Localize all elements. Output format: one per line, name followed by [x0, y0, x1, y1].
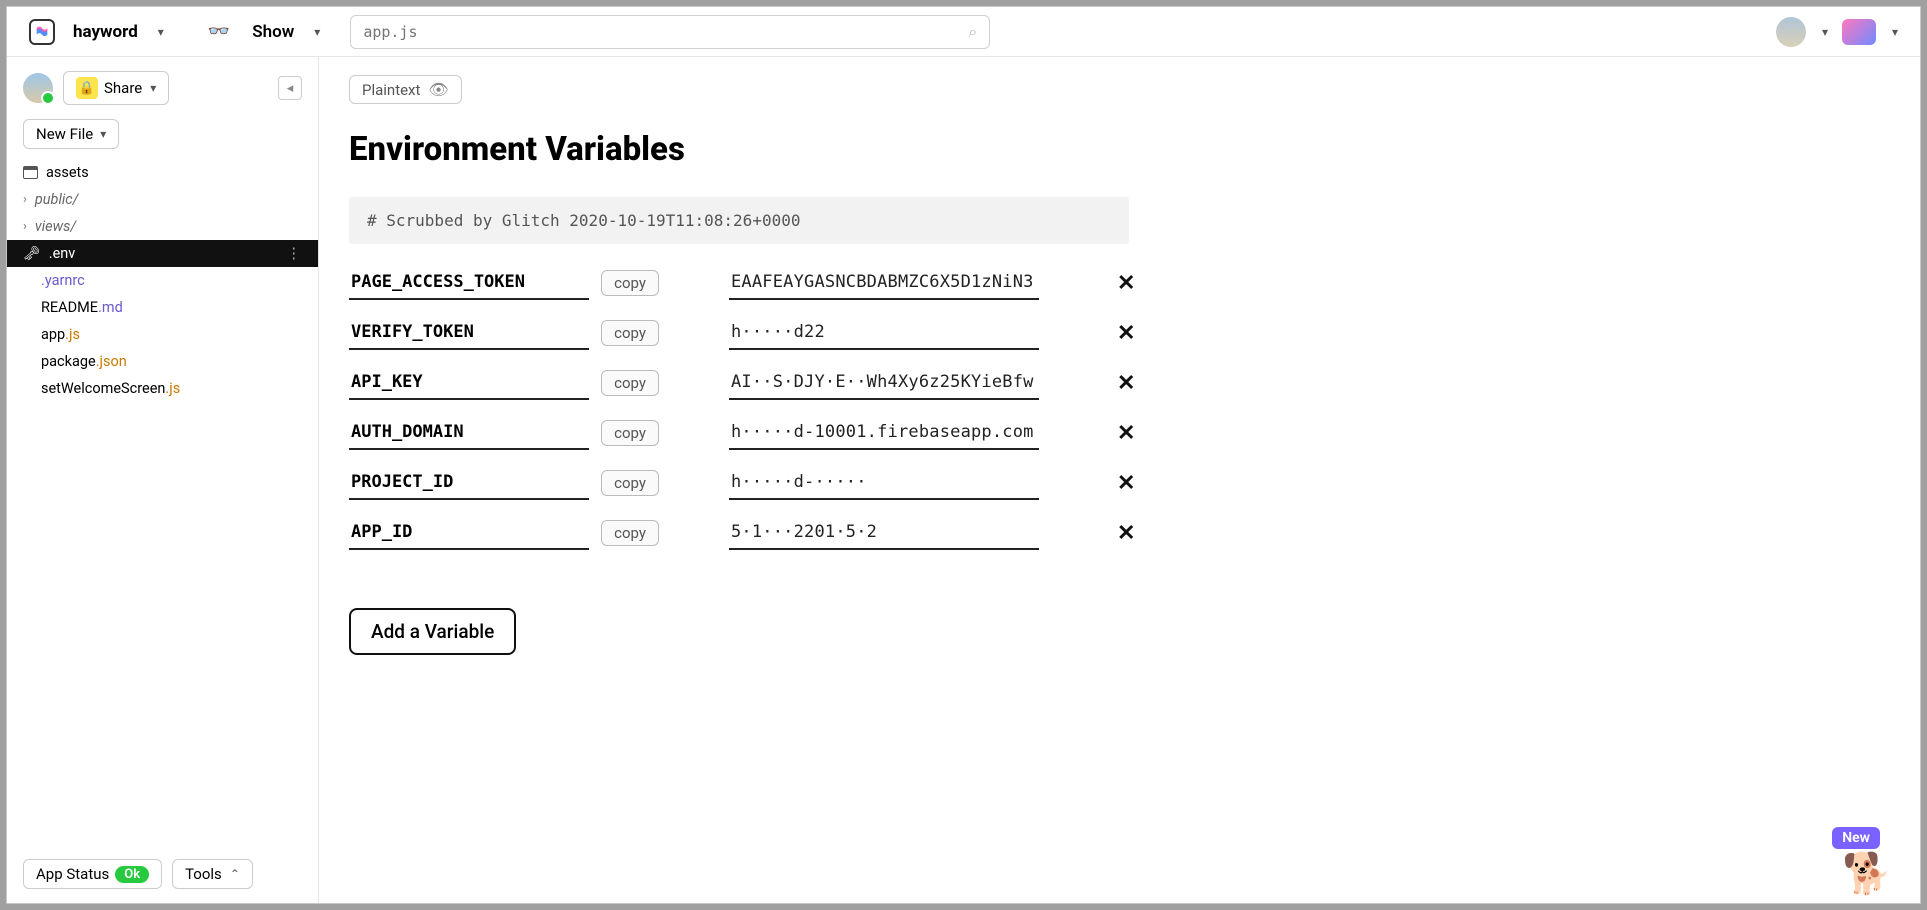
- chevron-right-icon: ›: [23, 192, 27, 207]
- new-file-label: New File: [36, 125, 93, 143]
- env-var-value-input[interactable]: [729, 266, 1039, 300]
- share-label: Share: [104, 79, 142, 97]
- add-variable-button[interactable]: Add a Variable: [349, 608, 516, 655]
- delete-var-button[interactable]: ✕: [1109, 471, 1143, 496]
- env-var-value-input[interactable]: [729, 416, 1039, 450]
- chevron-down-icon[interactable]: ▾: [158, 25, 164, 39]
- file-setwelcomescreen-js[interactable]: setWelcomeScreen.js: [7, 375, 318, 402]
- file-package-json[interactable]: package.json: [7, 348, 318, 375]
- chevron-down-icon: ▾: [100, 127, 106, 141]
- env-var-row: copy✕: [349, 508, 1129, 558]
- chevron-down-icon[interactable]: ▾: [314, 25, 320, 39]
- env-var-row: copy✕: [349, 458, 1129, 508]
- key-icon: 🗝: [23, 246, 41, 262]
- copy-button[interactable]: copy: [601, 520, 659, 546]
- project-avatar[interactable]: [23, 73, 53, 103]
- file-readme[interactable]: README.md: [7, 294, 318, 321]
- copy-button[interactable]: copy: [601, 470, 659, 496]
- env-var-name-input[interactable]: [349, 316, 589, 350]
- chevron-up-icon: ⌃: [230, 867, 240, 881]
- tools-label: Tools: [185, 865, 222, 883]
- eye-icon: 👁: [428, 80, 448, 99]
- search-input[interactable]: [363, 23, 968, 41]
- file-menu-icon[interactable]: ⋮: [287, 245, 303, 262]
- chevron-down-icon[interactable]: ▾: [1892, 25, 1898, 39]
- delete-var-button[interactable]: ✕: [1109, 371, 1143, 396]
- show-button[interactable]: Show: [252, 22, 294, 42]
- new-file-button[interactable]: New File ▾: [23, 119, 119, 149]
- env-var-value-input[interactable]: [729, 466, 1039, 500]
- env-var-name-input[interactable]: [349, 416, 589, 450]
- env-var-row: copy✕: [349, 308, 1129, 358]
- env-var-name-input[interactable]: [349, 366, 589, 400]
- env-vars-list: copy✕copy✕copy✕copy✕copy✕copy✕: [349, 258, 1129, 558]
- search-icon[interactable]: ⌕: [968, 22, 977, 42]
- user-avatar-1[interactable]: [1776, 17, 1806, 47]
- env-var-name-input[interactable]: [349, 266, 589, 300]
- tools-button[interactable]: Tools ⌃: [172, 859, 253, 889]
- env-var-value-input[interactable]: [729, 516, 1039, 550]
- file-app-js[interactable]: app.js: [7, 321, 318, 348]
- share-button[interactable]: 🔒 Share ▾: [63, 71, 169, 105]
- file-env[interactable]: 🗝 .env ⋮: [7, 240, 318, 267]
- copy-button[interactable]: copy: [601, 320, 659, 346]
- status-label: App Status: [36, 865, 109, 883]
- env-var-value-input[interactable]: [729, 366, 1039, 400]
- glasses-icon[interactable]: 👓: [208, 21, 230, 42]
- new-badge[interactable]: New: [1832, 827, 1880, 849]
- chevron-right-icon: ›: [23, 219, 27, 234]
- env-var-value-input[interactable]: [729, 316, 1039, 350]
- glitch-mascot-icon[interactable]: 🐕: [1842, 850, 1892, 897]
- env-var-row: copy✕: [349, 408, 1129, 458]
- app-status-button[interactable]: App Status Ok: [23, 859, 162, 889]
- scrubbed-banner: # Scrubbed by Glitch 2020-10-19T11:08:26…: [349, 197, 1129, 244]
- file-yarnrc[interactable]: .yarnrc: [7, 267, 318, 294]
- copy-button[interactable]: copy: [601, 420, 659, 446]
- folder-public[interactable]: › public/: [7, 186, 318, 213]
- file-tree: assets › public/ › views/ 🗝 .env ⋮ .yarn…: [7, 159, 318, 402]
- project-name[interactable]: hayword: [73, 22, 138, 42]
- folder-views[interactable]: › views/: [7, 213, 318, 240]
- delete-var-button[interactable]: ✕: [1109, 521, 1143, 546]
- topbar: hayword ▾ 👓 Show ▾ ⌕ ▾ ▾: [7, 7, 1920, 57]
- env-var-row: copy✕: [349, 258, 1129, 308]
- user-avatar-2[interactable]: [1842, 19, 1876, 45]
- chevron-down-icon: ▾: [150, 81, 156, 95]
- status-badge: Ok: [115, 866, 149, 883]
- assets-icon: [23, 166, 38, 179]
- collapse-sidebar-button[interactable]: ◂: [278, 76, 302, 100]
- env-var-name-input[interactable]: [349, 516, 589, 550]
- env-var-name-input[interactable]: [349, 466, 589, 500]
- copy-button[interactable]: copy: [601, 370, 659, 396]
- delete-var-button[interactable]: ✕: [1109, 271, 1143, 296]
- delete-var-button[interactable]: ✕: [1109, 321, 1143, 346]
- env-var-row: copy✕: [349, 358, 1129, 408]
- sidebar: 🔒 Share ▾ ◂ New File ▾ assets ›: [7, 57, 319, 903]
- page-title: Environment Variables: [349, 130, 1890, 169]
- editor-content: Plaintext 👁 Environment Variables # Scru…: [319, 57, 1920, 903]
- plaintext-toggle[interactable]: Plaintext 👁: [349, 75, 462, 104]
- chevron-down-icon[interactable]: ▾: [1822, 25, 1828, 39]
- glitch-logo[interactable]: [29, 19, 55, 45]
- plaintext-label: Plaintext: [362, 81, 420, 99]
- lock-icon: 🔒: [76, 77, 98, 99]
- delete-var-button[interactable]: ✕: [1109, 421, 1143, 446]
- file-assets[interactable]: assets: [7, 159, 318, 186]
- copy-button[interactable]: copy: [601, 270, 659, 296]
- search-input-container[interactable]: ⌕: [350, 15, 990, 49]
